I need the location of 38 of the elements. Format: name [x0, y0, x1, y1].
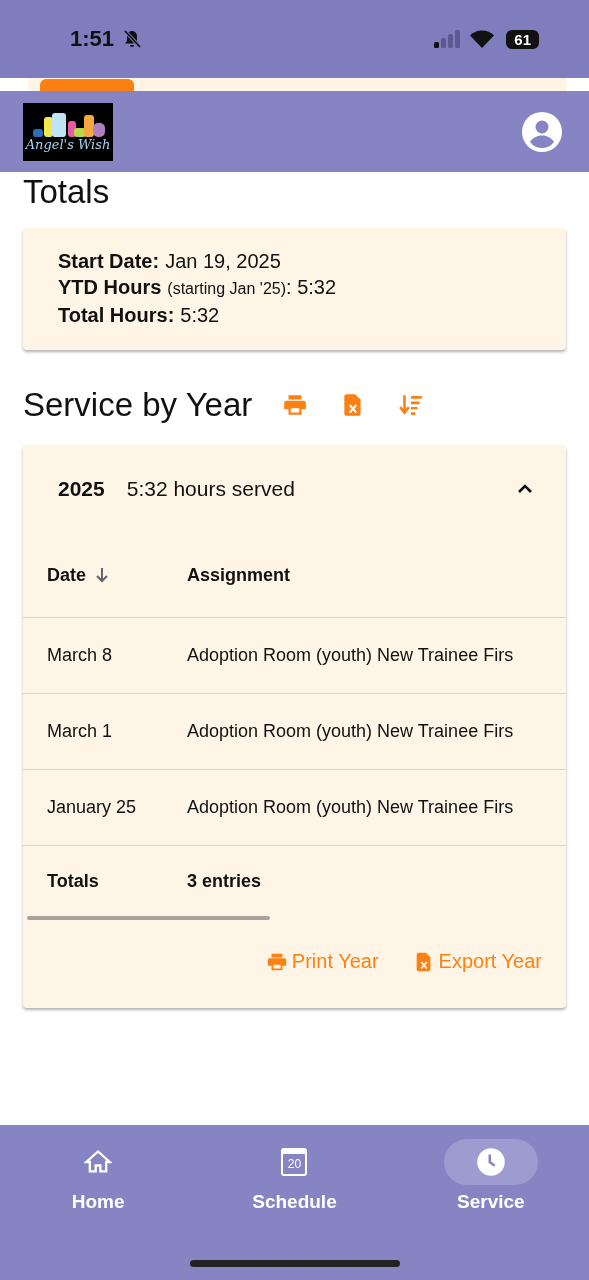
battery-indicator: 61: [506, 29, 539, 49]
summary-value: Jan 19, 2025: [165, 250, 281, 272]
table-cell: Adoption Room (youth) New Trainee Firs: [187, 721, 514, 742]
status-time: 1:51: [70, 26, 115, 52]
summary-note: (starting Jan '25): [167, 280, 286, 297]
print-year-button[interactable]: Print Year: [265, 950, 379, 973]
nav-tab[interactable]: 20 Schedule: [196, 1139, 393, 1219]
section-title: Totals: [23, 175, 111, 208]
summary-label: YTD Hours: [58, 276, 162, 298]
summary-label: Total Hours:: [58, 304, 175, 326]
calendar-icon: 20: [281, 1148, 308, 1176]
year-summary: 5:32 hours served: [126, 477, 295, 501]
scrollbar[interactable]: [27, 916, 270, 920]
home-icon: [84, 1148, 113, 1176]
column-header[interactable]: Assignment: [187, 564, 291, 586]
wifi-icon: [470, 30, 495, 48]
summary-value: 5:32: [180, 304, 220, 326]
table-cell: 3 entries: [187, 870, 262, 892]
clock-icon: [475, 1147, 506, 1177]
sort-arrow-icon[interactable]: [94, 567, 110, 583]
summary-value: : 5:32: [286, 276, 337, 298]
table-cell: January 25: [47, 797, 137, 818]
section-title: Service by Year: [23, 388, 253, 421]
table-cell: Totals: [47, 870, 99, 892]
export-year-button[interactable]: Export Year: [412, 950, 542, 973]
year-label: 2025: [58, 477, 105, 501]
summary-label: Start Date:: [58, 250, 160, 272]
nav-tab[interactable]: Service: [392, 1139, 589, 1219]
signal-icon: [434, 30, 463, 48]
nav-tab[interactable]: Home: [0, 1139, 197, 1219]
account-icon[interactable]: [522, 111, 562, 152]
muted-bell-icon: [122, 29, 143, 49]
table-cell: March 8: [47, 645, 113, 666]
logo[interactable]: Angel's Wish: [23, 102, 113, 161]
table-cell: March 1: [47, 721, 113, 742]
table-cell: Adoption Room (youth) New Trainee Firs: [187, 797, 514, 818]
table-cell: Adoption Room (youth) New Trainee Firs: [187, 645, 514, 666]
column-header[interactable]: Date: [47, 564, 86, 586]
